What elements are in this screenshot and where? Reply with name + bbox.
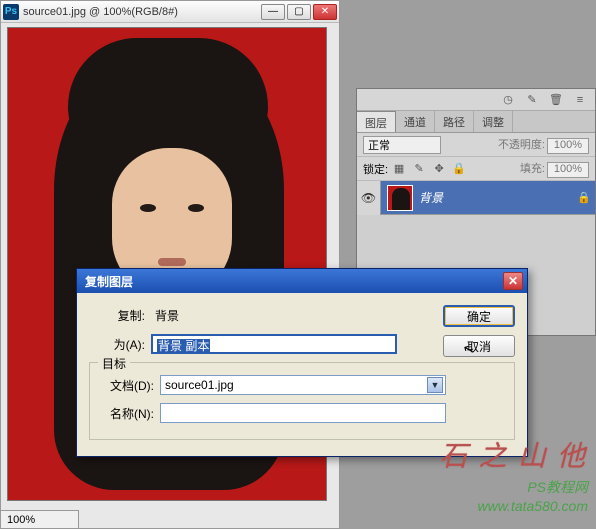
watermark-site-cn: PS教程网 [527, 479, 588, 495]
ok-button[interactable]: 确定 [443, 305, 515, 327]
lock-position-icon[interactable]: ✥ [432, 162, 446, 176]
lock-label: 锁定: [363, 161, 388, 177]
opacity-value[interactable]: 100% [547, 138, 589, 154]
watermark-site-url: www.tata580.com [478, 498, 589, 514]
watermark: 他山之石 PS教程网 www.tata580.com [478, 478, 589, 517]
name-label: 名称(N): [98, 405, 154, 422]
opacity-label: 不透明度:100% [445, 136, 589, 154]
dialog-titlebar[interactable]: 复制图层 ✕ [77, 269, 527, 293]
trash-icon[interactable]: 🗑 [549, 93, 563, 107]
visibility-toggle[interactable]: 👁 [357, 181, 381, 215]
lock-all-icon[interactable]: 🔒 [452, 162, 466, 176]
lock-transparent-icon[interactable]: ▦ [392, 162, 406, 176]
fill-value[interactable]: 100% [547, 162, 589, 178]
maximize-button[interactable]: ▢ [287, 4, 311, 20]
panel-tabs: 图层 通道 路径 调整 [357, 111, 595, 133]
cancel-button[interactable]: 取消 [443, 335, 515, 357]
lock-row: 锁定: ▦ ✎ ✥ 🔒 填充:100% [357, 157, 595, 181]
tab-adjustments[interactable]: 调整 [474, 111, 513, 132]
dialog-title: 复制图层 [85, 273, 503, 290]
layer-thumbnail[interactable] [387, 185, 413, 211]
target-fieldset: 目标 文档(D): source01.jpg ▼ 名称(N): [89, 362, 515, 440]
fill-label: 填充:100% [470, 160, 589, 178]
minimize-button[interactable]: ― [261, 4, 285, 20]
eye-left [140, 204, 156, 212]
blend-row: 正常 不透明度:100% [357, 133, 595, 157]
fringe-shape [68, 38, 268, 148]
tab-channels[interactable]: 通道 [396, 111, 435, 132]
mouth [158, 258, 186, 266]
duplicate-layer-dialog: 复制图层 ✕ 确定 取消 ↖ 复制: 背景 为(A): 背景 副本 目标 文档(… [76, 268, 528, 457]
chevron-down-icon[interactable]: ▼ [427, 377, 443, 393]
document-title: source01.jpg @ 100%(RGB/8#) [23, 6, 259, 18]
dialog-body: 确定 取消 ↖ 复制: 背景 为(A): 背景 副本 目标 文档(D): sou… [77, 293, 527, 456]
document-select[interactable]: source01.jpg ▼ [160, 375, 446, 395]
document-label: 文档(D): [98, 377, 154, 394]
zoom-status[interactable]: 100% [1, 510, 79, 528]
dialog-close-button[interactable]: ✕ [503, 272, 523, 290]
as-input[interactable]: 背景 副本 [151, 334, 397, 354]
tab-layers[interactable]: 图层 [357, 111, 396, 132]
lock-pixels-icon[interactable]: ✎ [412, 162, 426, 176]
layer-name[interactable]: 背景 [419, 189, 577, 206]
copy-label: 复制: [89, 307, 145, 324]
photoshop-icon: Ps [3, 4, 19, 20]
tab-paths[interactable]: 路径 [435, 111, 474, 132]
panel-menu-icon[interactable]: ≡ [573, 93, 587, 107]
document-select-value: source01.jpg [165, 378, 427, 392]
layer-row-background[interactable]: 👁 背景 🔒 [357, 181, 595, 215]
history-icon[interactable]: ◷ [501, 93, 515, 107]
target-legend: 目标 [98, 355, 130, 372]
copy-source-value: 背景 [151, 305, 183, 326]
close-window-button[interactable]: ✕ [313, 4, 337, 20]
blend-mode-select[interactable]: 正常 [363, 136, 441, 154]
panel-iconbar: ◷ ✎ 🗑 ≡ [357, 89, 595, 111]
eye-right [188, 204, 204, 212]
note-icon[interactable]: ✎ [525, 93, 539, 107]
document-titlebar[interactable]: Ps source01.jpg @ 100%(RGB/8#) ― ▢ ✕ [1, 1, 339, 23]
as-label: 为(A): [89, 336, 145, 353]
layer-lock-icon: 🔒 [577, 191, 595, 204]
name-input[interactable] [160, 403, 446, 423]
watermark-brush: 他山之石 [431, 441, 588, 469]
